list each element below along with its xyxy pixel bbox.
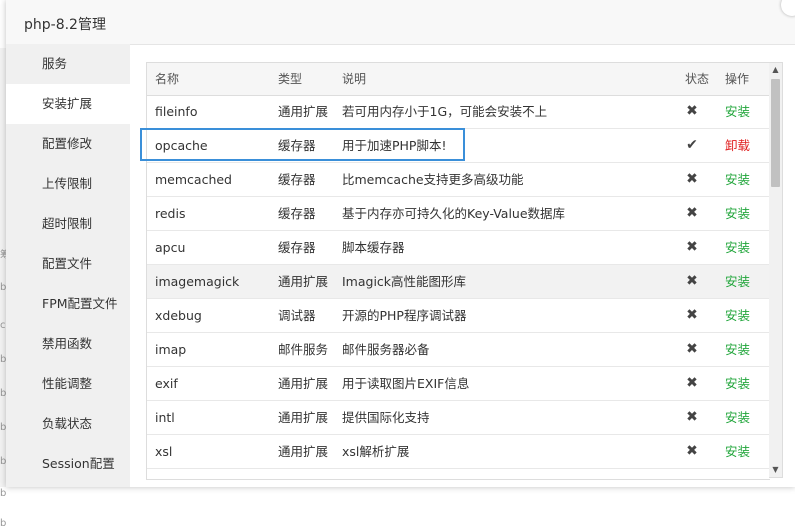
extension-type: 通用扩展 <box>278 104 329 119</box>
install-link[interactable]: 安装 <box>725 265 750 298</box>
install-link[interactable]: 安装 <box>725 333 750 366</box>
install-link[interactable]: 安装 <box>725 299 750 332</box>
extension-type: 缓存器 <box>278 172 316 187</box>
extension-desc: Imagick高性能图形库 <box>342 274 467 289</box>
php-manager-dialog: php-8.2管理 服务 安装扩展 配置修改 上传限制 超时限制 配置文件 FP… <box>6 0 795 487</box>
sidebar-item-config-edit[interactable]: 配置修改 <box>6 124 130 164</box>
extension-type: 通用扩展 <box>278 410 329 425</box>
not-installed-icon: ✖ <box>686 171 698 187</box>
extension-name: imap <box>155 342 187 357</box>
sidebar-item-install-extensions[interactable]: 安装扩展 <box>6 84 130 124</box>
install-link[interactable]: 安装 <box>725 367 750 400</box>
table-row: imap 邮件服务 邮件服务器必备 ✖ 安装 <box>147 333 770 367</box>
table-row: imagemagick 通用扩展 Imagick高性能图形库 ✖ 安装 <box>147 265 770 299</box>
extension-desc: 开源的PHP程序调试器 <box>342 308 467 323</box>
sidebar-item-session-config[interactable]: Session配置 <box>6 444 130 484</box>
extension-name: apcu <box>155 240 186 255</box>
not-installed-icon: ✖ <box>686 409 698 425</box>
sidebar-item-disabled-functions[interactable]: 禁用函数 <box>6 324 130 364</box>
header-type: 类型 <box>278 72 303 86</box>
extension-desc: 若可用内存小于1G，可能会安装不上 <box>342 104 548 119</box>
extension-desc: 基于内存亦可持久化的Key-Value数据库 <box>342 206 566 221</box>
install-link[interactable]: 安装 <box>725 95 750 128</box>
table-row: apcu 缓存器 脚本缓存器 ✖ 安装 <box>147 231 770 265</box>
extension-desc: 比memcache支持更多高级功能 <box>342 172 524 187</box>
header-desc: 说明 <box>342 72 367 86</box>
background-text: b <box>0 518 6 529</box>
table-row: redis 缓存器 基于内存亦可持久化的Key-Value数据库 ✖ 安装 <box>147 197 770 231</box>
not-installed-icon: ✖ <box>686 375 698 391</box>
sidebar: 服务 安装扩展 配置修改 上传限制 超时限制 配置文件 FPM配置文件 禁用函数… <box>6 44 130 487</box>
extension-desc: 用于加速PHP脚本! <box>342 138 447 153</box>
dialog-titlebar[interactable]: php-8.2管理 <box>6 0 795 45</box>
extension-name: fileinfo <box>155 104 198 119</box>
extension-name: imagemagick <box>155 274 240 289</box>
extension-desc: 邮件服务器必备 <box>342 342 430 357</box>
extension-name: opcache <box>155 138 208 153</box>
table-row: xsl 通用扩展 xsl解析扩展 ✖ 安装 <box>147 435 770 469</box>
extension-type: 邮件服务 <box>278 342 329 357</box>
sidebar-item-timeout-limit[interactable]: 超时限制 <box>6 204 130 244</box>
extension-type: 通用扩展 <box>278 274 329 289</box>
extension-name: memcached <box>155 172 232 187</box>
sidebar-item-fpm-config-file[interactable]: FPM配置文件 <box>6 284 130 324</box>
header-name: 名称 <box>155 72 180 86</box>
uninstall-link[interactable]: 卸载 <box>725 129 750 162</box>
extension-type: 缓存器 <box>278 240 316 255</box>
not-installed-icon: ✖ <box>686 341 698 357</box>
scroll-up-arrow-icon[interactable]: ▲ <box>769 63 782 77</box>
extension-type: 通用扩展 <box>278 444 329 459</box>
extension-name: intl <box>155 410 175 425</box>
not-installed-icon: ✖ <box>686 103 698 119</box>
installed-check-icon: ✔ <box>686 137 698 153</box>
install-link[interactable]: 安装 <box>725 231 750 264</box>
sidebar-item-performance[interactable]: 性能调整 <box>6 364 130 404</box>
scroll-thumb[interactable] <box>771 79 780 187</box>
sidebar-item-upload-limit[interactable]: 上传限制 <box>6 164 130 204</box>
background-text: b <box>0 488 6 499</box>
extension-name: redis <box>155 206 186 221</box>
extension-name: xdebug <box>155 308 202 323</box>
table-row: opcache 缓存器 用于加速PHP脚本! ✔ 卸载 <box>147 129 770 163</box>
extension-desc: xsl解析扩展 <box>342 444 410 459</box>
header-status: 状态 <box>685 72 710 86</box>
extension-type: 通用扩展 <box>278 376 329 391</box>
header-op: 操作 <box>725 72 750 86</box>
dialog-title: php-8.2管理 <box>24 17 106 33</box>
sidebar-item-service[interactable]: 服务 <box>6 44 130 84</box>
not-installed-icon: ✖ <box>686 307 698 323</box>
extension-type: 调试器 <box>278 308 316 323</box>
sidebar-item-config-file[interactable]: 配置文件 <box>6 244 130 284</box>
scroll-down-arrow-icon[interactable]: ▼ <box>769 463 782 477</box>
table-scrollbar[interactable]: ▲ ▼ <box>769 62 783 478</box>
sidebar-item-load-status[interactable]: 负载状态 <box>6 404 130 444</box>
table-row: memcached 缓存器 比memcache支持更多高级功能 ✖ 安装 <box>147 163 770 197</box>
table-row: exif 通用扩展 用于读取图片EXIF信息 ✖ 安装 <box>147 367 770 401</box>
not-installed-icon: ✖ <box>686 273 698 289</box>
table-header: 名称 类型 说明 状态 操作 <box>147 63 770 96</box>
install-link[interactable]: 安装 <box>725 163 750 196</box>
extensions-table: 名称 类型 说明 状态 操作 fileinfo 通用扩展 若可用内存小于1G，可… <box>146 62 770 480</box>
install-link[interactable]: 安装 <box>725 197 750 230</box>
extension-type: 缓存器 <box>278 138 316 153</box>
extension-name: exif <box>155 376 178 391</box>
install-link[interactable]: 安装 <box>725 401 750 434</box>
extension-name: xsl <box>155 444 173 459</box>
install-link[interactable]: 安装 <box>725 435 750 468</box>
table-row: xdebug 调试器 开源的PHP程序调试器 ✖ 安装 <box>147 299 770 333</box>
extension-desc: 提供国际化支持 <box>342 410 430 425</box>
table-row: intl 通用扩展 提供国际化支持 ✖ 安装 <box>147 401 770 435</box>
not-installed-icon: ✖ <box>686 205 698 221</box>
extension-type: 缓存器 <box>278 206 316 221</box>
extension-desc: 用于读取图片EXIF信息 <box>342 376 470 391</box>
not-installed-icon: ✖ <box>686 239 698 255</box>
extension-desc: 脚本缓存器 <box>342 240 405 255</box>
not-installed-icon: ✖ <box>686 443 698 459</box>
table-row: fileinfo 通用扩展 若可用内存小于1G，可能会安装不上 ✖ 安装 <box>147 95 770 129</box>
